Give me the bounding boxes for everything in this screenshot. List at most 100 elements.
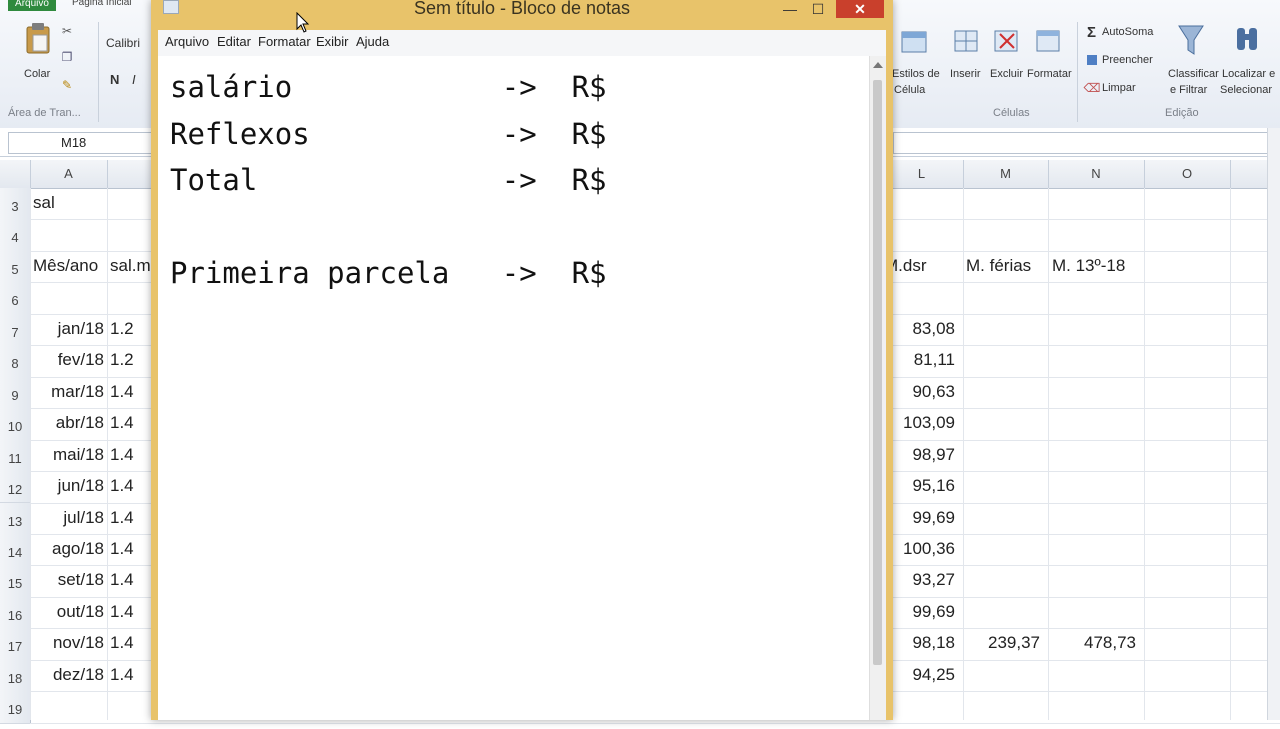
- bold-button[interactable]: N: [110, 72, 119, 87]
- sort-filter-icon[interactable]: [1176, 22, 1206, 60]
- menu-editar[interactable]: Editar: [217, 34, 251, 49]
- row-header[interactable]: 8: [0, 345, 31, 378]
- find-select-icon[interactable]: [1232, 22, 1262, 60]
- cell-l[interactable]: 103,09: [884, 413, 955, 433]
- cell-nn[interactable]: 478,73: [1052, 633, 1136, 653]
- clear-icon[interactable]: ⌫: [1084, 81, 1101, 95]
- find-select-label-2[interactable]: Selecionar: [1220, 84, 1272, 96]
- cell-l[interactable]: 93,27: [884, 570, 955, 590]
- cell-l[interactable]: 95,16: [884, 476, 955, 496]
- cell-l[interactable]: 90,63: [884, 382, 955, 402]
- row-header[interactable]: 16: [0, 596, 31, 630]
- clear-button[interactable]: Limpar: [1102, 82, 1136, 94]
- cell-b[interactable]: 1.4: [110, 570, 154, 590]
- cell-b[interactable]: 1.2: [110, 319, 154, 339]
- menu-ajuda[interactable]: Ajuda: [356, 34, 389, 49]
- cell-b[interactable]: 1.4: [110, 382, 154, 402]
- menu-exibir[interactable]: Exibir: [316, 34, 349, 49]
- cell-b[interactable]: 1.4: [110, 665, 154, 685]
- cell-b[interactable]: 1.4: [110, 633, 154, 653]
- cell-b[interactable]: 1.4: [110, 413, 154, 433]
- fill-icon[interactable]: [1086, 54, 1098, 66]
- cell-a[interactable]: mai/18: [33, 445, 104, 465]
- column-header-m[interactable]: M: [963, 160, 1049, 188]
- find-select-label-1[interactable]: Localizar e: [1222, 68, 1275, 80]
- fill-button[interactable]: Preencher: [1102, 54, 1153, 66]
- name-box[interactable]: M18: [8, 132, 156, 154]
- row-header[interactable]: 10: [0, 408, 31, 441]
- cell-b[interactable]: 1.4: [110, 445, 154, 465]
- paste-button-label[interactable]: Colar: [24, 68, 50, 80]
- cell-b[interactable]: 1.4: [110, 602, 154, 622]
- copy-icon[interactable]: ❐: [60, 50, 74, 64]
- cell-nn[interactable]: M. 13º-18: [1052, 256, 1152, 276]
- excel-vertical-scrollbar[interactable]: [1267, 128, 1280, 720]
- autosum-button[interactable]: AutoSoma: [1102, 26, 1153, 38]
- menu-arquivo[interactable]: Arquivo: [165, 34, 209, 49]
- cell-a[interactable]: jun/18: [33, 476, 104, 496]
- format-cells-label[interactable]: Formatar: [1027, 68, 1072, 80]
- close-icon[interactable]: ✕: [836, 0, 884, 18]
- row-header[interactable]: 15: [0, 565, 31, 598]
- notepad-text-area[interactable]: salário -> R$ Reflexos -> R$ Total -> R$…: [158, 56, 886, 720]
- tab-home[interactable]: Página Inicial: [72, 0, 131, 8]
- cell-b[interactable]: 1.2: [110, 350, 154, 370]
- row-header[interactable]: 13: [0, 502, 31, 535]
- cell-a[interactable]: fev/18: [33, 350, 104, 370]
- column-header-o[interactable]: O: [1144, 160, 1231, 188]
- cell-l[interactable]: 100,36: [884, 539, 955, 559]
- row-header[interactable]: 9: [0, 376, 31, 410]
- cell-l[interactable]: 81,11: [884, 350, 955, 370]
- delete-cells-icon[interactable]: [992, 26, 1020, 56]
- cell-l[interactable]: 98,18: [884, 633, 955, 653]
- italic-button[interactable]: I: [132, 72, 136, 87]
- row-header[interactable]: 12: [0, 471, 31, 504]
- notepad-window[interactable]: Sem título - Bloco de notas — ☐ ✕ Arquiv…: [151, 0, 893, 720]
- cell-b[interactable]: 1.4: [110, 539, 154, 559]
- cell-l[interactable]: 99,69: [884, 508, 955, 528]
- cell-l[interactable]: 94,25: [884, 665, 955, 685]
- row-header[interactable]: 3: [0, 188, 31, 221]
- row-header[interactable]: 5: [0, 250, 31, 284]
- cell-m[interactable]: M. férias: [966, 256, 1066, 276]
- minimize-icon[interactable]: —: [777, 0, 803, 18]
- format-cells-icon[interactable]: [1034, 26, 1062, 56]
- tab-file[interactable]: Arquivo: [8, 0, 56, 11]
- paste-icon[interactable]: [22, 20, 54, 56]
- scrollbar-thumb[interactable]: [873, 80, 882, 665]
- sort-filter-label-1[interactable]: Classificar: [1168, 68, 1219, 80]
- cell-a[interactable]: mar/18: [33, 382, 104, 402]
- cell-l[interactable]: 99,69: [884, 602, 955, 622]
- cell-a[interactable]: sal: [33, 193, 133, 213]
- font-name-box[interactable]: Calibri: [106, 36, 140, 50]
- row-header[interactable]: 14: [0, 533, 31, 567]
- cell-a[interactable]: jan/18: [33, 319, 104, 339]
- cell-b[interactable]: 1.4: [110, 476, 154, 496]
- formula-bar[interactable]: [893, 132, 1275, 154]
- cell-a[interactable]: nov/18: [33, 633, 104, 653]
- column-header-a[interactable]: A: [30, 160, 108, 188]
- cell-a[interactable]: ago/18: [33, 539, 104, 559]
- notepad-vertical-scrollbar[interactable]: [869, 56, 886, 720]
- notepad-content[interactable]: salário -> R$ Reflexos -> R$ Total -> R$…: [170, 64, 607, 297]
- cell-styles-icon[interactable]: [900, 28, 928, 56]
- row-header[interactable]: 6: [0, 282, 31, 315]
- delete-cells-label[interactable]: Excluir: [990, 68, 1023, 80]
- cell-a[interactable]: set/18: [33, 570, 104, 590]
- row-header[interactable]: 18: [0, 659, 31, 693]
- row-header[interactable]: 11: [0, 439, 31, 473]
- cut-icon[interactable]: ✂: [60, 24, 74, 38]
- menu-formatar[interactable]: Formatar: [258, 34, 311, 49]
- cell-a[interactable]: out/18: [33, 602, 104, 622]
- column-header-corner[interactable]: [0, 160, 31, 188]
- sort-filter-label-2[interactable]: e Filtrar: [1170, 84, 1207, 96]
- cell-a[interactable]: dez/18: [33, 665, 104, 685]
- row-header[interactable]: 17: [0, 628, 31, 661]
- cell-styles-label-2[interactable]: Célula: [894, 84, 925, 96]
- column-header-b[interactable]: [107, 160, 156, 188]
- maximize-icon[interactable]: ☐: [805, 0, 831, 18]
- cell-a[interactable]: jul/18: [33, 508, 104, 528]
- row-header[interactable]: 7: [0, 313, 31, 347]
- format-painter-icon[interactable]: ✎: [60, 78, 74, 92]
- cell-a[interactable]: abr/18: [33, 413, 104, 433]
